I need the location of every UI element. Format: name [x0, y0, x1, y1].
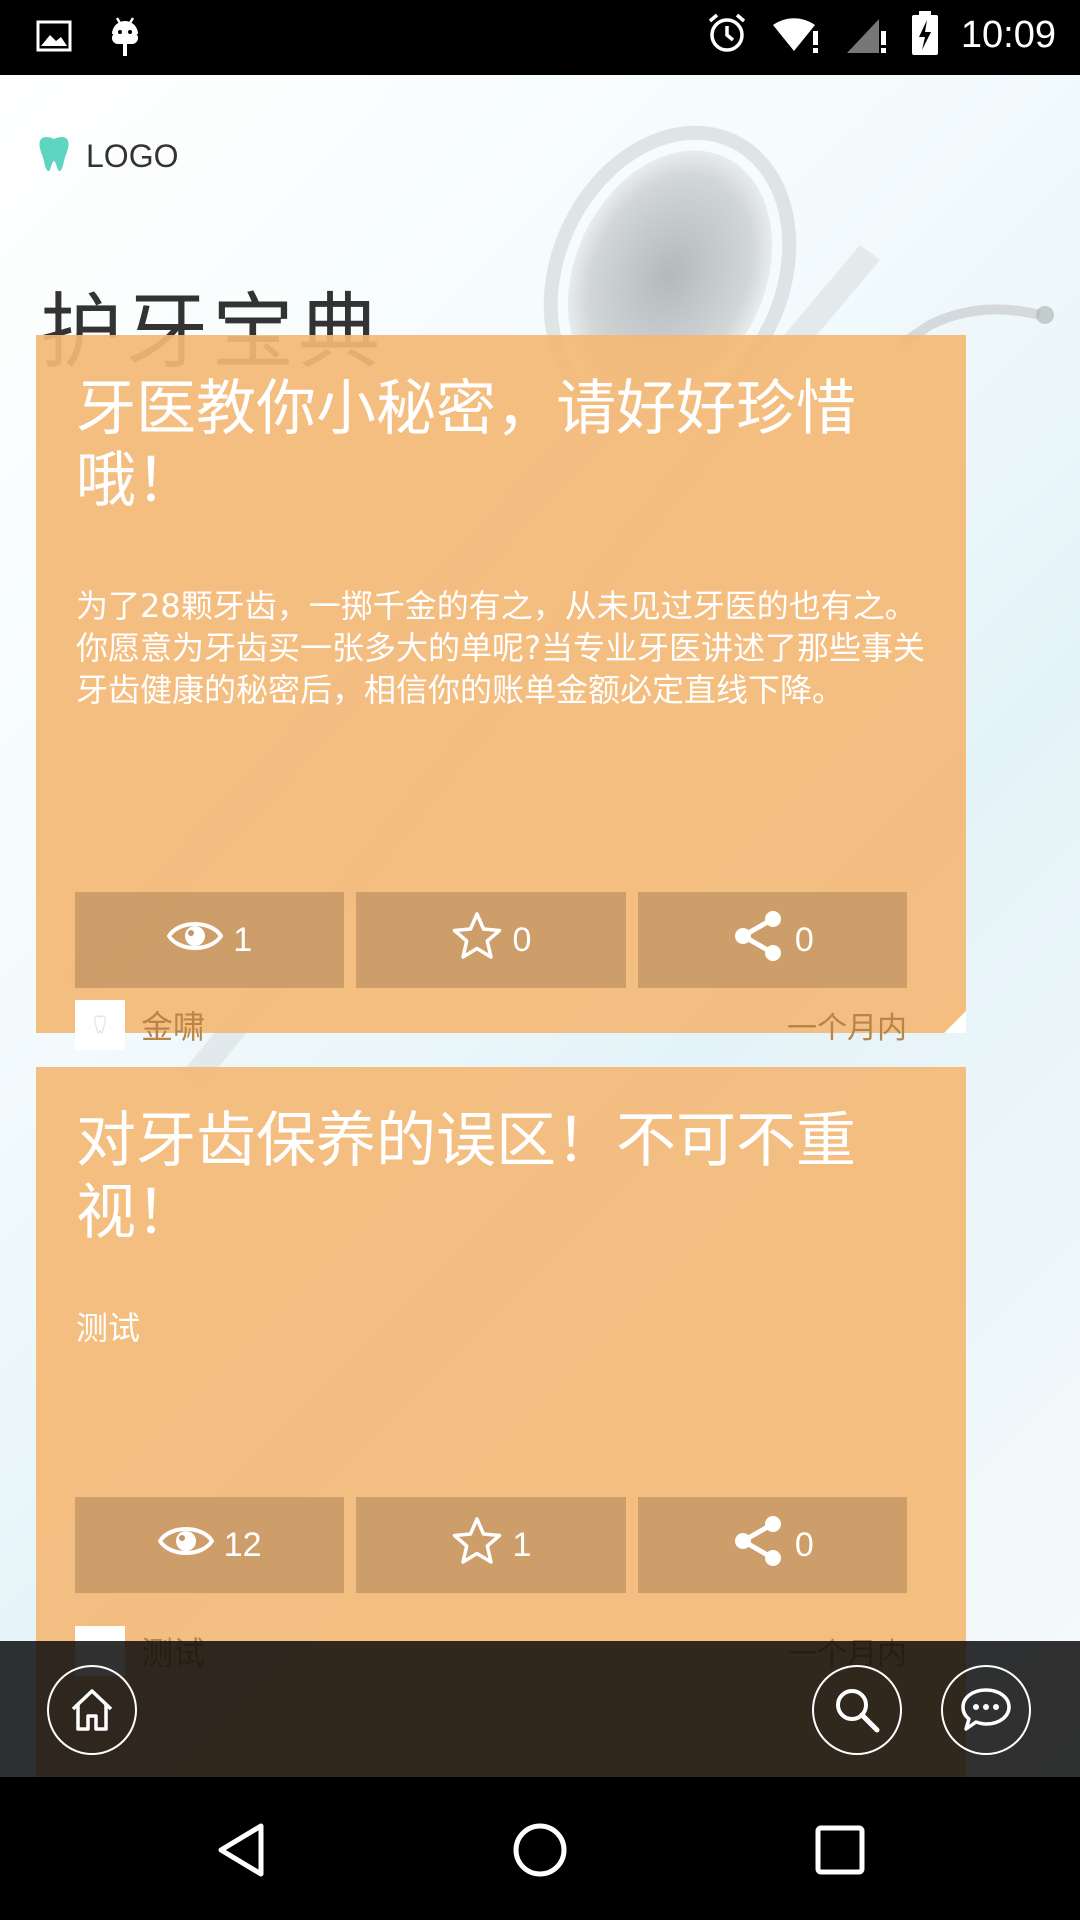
system-nav-bar	[0, 1777, 1080, 1920]
shares-count: 0	[794, 920, 814, 959]
author-name[interactable]: 金啸	[141, 1002, 205, 1048]
battery-icon	[911, 10, 939, 60]
views-count: 12	[223, 1525, 262, 1564]
back-button[interactable]	[206, 1815, 276, 1885]
home-button[interactable]	[47, 1665, 137, 1755]
bottom-action-bar	[0, 1641, 1080, 1777]
share-icon	[731, 1514, 785, 1577]
favorite-button[interactable]: 1	[356, 1497, 626, 1593]
tooth-logo-icon	[36, 135, 72, 177]
shares-count: 0	[794, 1525, 814, 1564]
chat-icon	[961, 1688, 1011, 1731]
article-card[interactable]: 牙医教你小秘密，请好好珍惜哦！ 为了28颗牙齿，一掷千金的有之，从未见过牙医的也…	[36, 335, 966, 1050]
views-button[interactable]: 1	[75, 892, 345, 988]
wifi-icon	[771, 11, 823, 59]
corner-fold	[944, 1011, 966, 1033]
article-title[interactable]: 牙医教你小秘密，请好好珍惜哦！	[76, 373, 926, 517]
android-notification-icon	[108, 14, 142, 62]
search-icon	[836, 1689, 880, 1733]
square-recents-icon	[815, 1825, 865, 1875]
star-icon	[451, 1516, 503, 1575]
share-icon	[731, 909, 785, 972]
article-stats: 12 1 0	[75, 1497, 907, 1593]
logo-text: LOGO	[86, 137, 179, 174]
article-meta: 金啸 一个月内	[75, 999, 907, 1051]
image-notification-icon	[36, 20, 72, 56]
stars-count: 1	[512, 1525, 532, 1564]
recent-apps-button[interactable]	[805, 1815, 875, 1885]
article-title[interactable]: 对牙齿保养的误区！不可不重视！	[76, 1105, 926, 1249]
alarm-icon	[705, 11, 749, 59]
views-count: 1	[233, 920, 253, 959]
share-button[interactable]: 0	[637, 1497, 907, 1593]
eye-icon	[166, 916, 224, 965]
share-button[interactable]: 0	[637, 892, 907, 988]
article-description: 为了28颗牙齿，一掷千金的有之，从未见过牙医的也有之。你愿意为牙齿买一张多大的单…	[76, 587, 925, 709]
search-button[interactable]	[812, 1665, 902, 1755]
chat-button[interactable]	[941, 1665, 1031, 1755]
clock-time: 10:09	[960, 13, 1056, 56]
back-icon	[218, 1823, 264, 1877]
star-icon	[451, 911, 503, 970]
stars-count: 0	[512, 920, 532, 959]
favorite-button[interactable]: 0	[356, 892, 626, 988]
post-time: 一个月内	[787, 1011, 907, 1046]
article-description: 测试	[76, 1309, 141, 1347]
status-bar: 10:09	[0, 0, 1080, 75]
tooth-avatar-icon	[94, 1015, 106, 1034]
article-stats: 1 0 0	[75, 892, 907, 988]
main-content[interactable]: LOGO 护牙宝典 牙医教你小秘密，请好好珍惜哦！ 为了28颗牙齿，一掷千金的有…	[0, 75, 1080, 1777]
eye-icon	[157, 1521, 215, 1570]
circle-home-icon	[513, 1823, 567, 1877]
logo[interactable]: LOGO	[36, 135, 178, 177]
home-icon	[71, 1689, 113, 1731]
system-home-button[interactable]	[505, 1815, 575, 1885]
author-avatar[interactable]	[75, 1000, 125, 1050]
views-button[interactable]: 12	[75, 1497, 345, 1593]
signal-icon	[845, 11, 889, 59]
